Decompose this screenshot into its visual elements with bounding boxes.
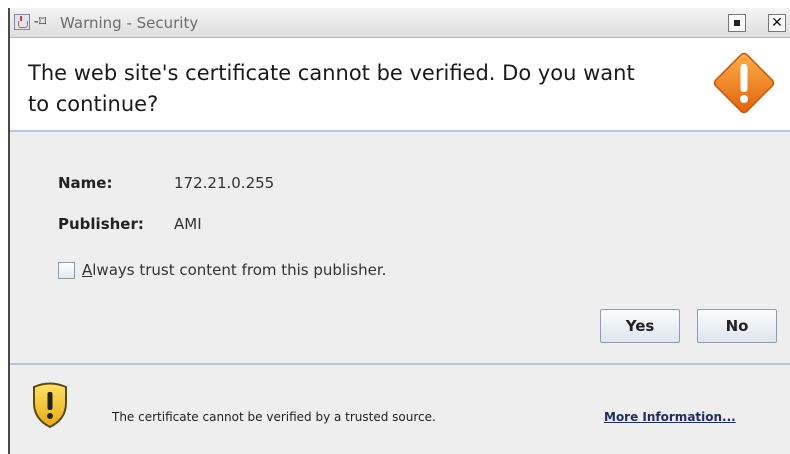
pin-icon[interactable]: -⌑ — [32, 14, 54, 30]
name-label: Name: — [58, 174, 113, 192]
close-icon: ✕ — [771, 15, 783, 31]
title-bar[interactable]: -⌑ Warning - Security ✕ — [10, 8, 790, 38]
footer-panel: The certificate cannot be verified by a … — [10, 363, 790, 454]
security-warning-dialog: -⌑ Warning - Security ✕ The web site's c… — [8, 8, 790, 454]
no-button[interactable]: No — [697, 309, 777, 343]
publisher-label: Publisher: — [58, 215, 144, 233]
always-trust-checkbox[interactable] — [58, 262, 75, 279]
publisher-value: AMI — [174, 215, 202, 233]
footer-message: The certificate cannot be verified by a … — [112, 410, 436, 424]
more-information-link[interactable]: More Information... — [604, 410, 736, 424]
restore-button[interactable] — [728, 14, 746, 32]
header-message: The web site's certificate cannot be ver… — [28, 61, 635, 116]
header-panel: The web site's certificate cannot be ver… — [10, 38, 790, 132]
java-cup-icon[interactable] — [14, 14, 30, 30]
warning-diamond-icon — [713, 52, 775, 114]
name-value: 172.21.0.255 — [174, 174, 275, 192]
close-button[interactable]: ✕ — [768, 14, 786, 32]
always-trust-mnemonic: A — [82, 261, 93, 279]
shield-warning-icon — [33, 382, 67, 429]
always-trust-text: lways trust content from this publisher. — [92, 261, 387, 279]
always-trust-label[interactable]: Always trust content from this publisher… — [82, 261, 386, 279]
yes-button[interactable]: Yes — [600, 309, 680, 343]
window-title: Warning - Security — [60, 14, 199, 32]
